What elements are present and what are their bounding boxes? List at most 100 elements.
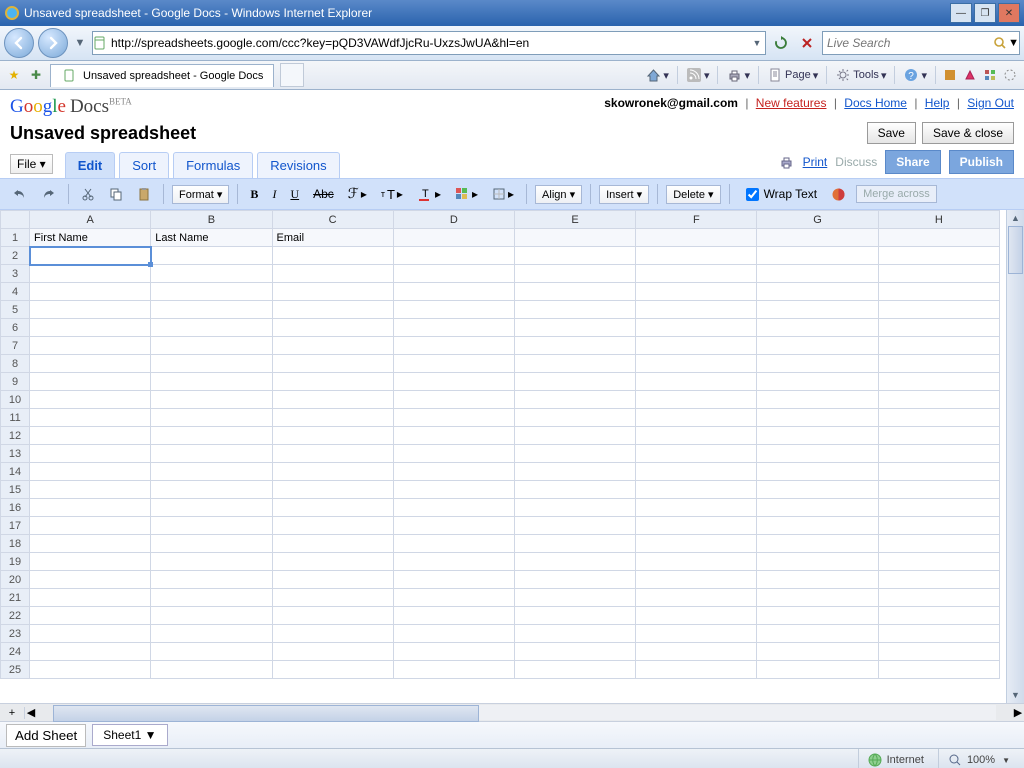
cell[interactable] xyxy=(757,391,878,409)
cell[interactable] xyxy=(636,643,757,661)
cell[interactable] xyxy=(878,391,999,409)
cell[interactable] xyxy=(757,643,878,661)
row-header[interactable]: 7 xyxy=(1,337,30,355)
select-all-corner[interactable] xyxy=(1,211,30,229)
row-header[interactable]: 15 xyxy=(1,481,30,499)
row-header[interactable]: 17 xyxy=(1,517,30,535)
cell[interactable] xyxy=(151,373,272,391)
cell[interactable] xyxy=(272,589,393,607)
cell[interactable] xyxy=(757,373,878,391)
row-header[interactable]: 10 xyxy=(1,391,30,409)
minimize-button[interactable]: — xyxy=(950,3,972,23)
cell[interactable] xyxy=(514,535,635,553)
cell[interactable] xyxy=(514,427,635,445)
tab-sort[interactable]: Sort xyxy=(119,152,169,178)
cell[interactable] xyxy=(757,517,878,535)
share-button[interactable]: Share xyxy=(885,150,940,174)
back-button[interactable] xyxy=(4,28,34,58)
cell[interactable] xyxy=(757,571,878,589)
cell[interactable] xyxy=(272,661,393,679)
cell[interactable] xyxy=(393,301,514,319)
save-button[interactable]: Save xyxy=(867,122,916,144)
file-menu[interactable]: File ▾ xyxy=(10,154,53,174)
cell[interactable]: First Name xyxy=(30,229,151,247)
search-dropdown-icon[interactable]: ▼ xyxy=(1008,37,1019,49)
recent-pages-dropdown[interactable]: ▼ xyxy=(72,31,88,55)
cell[interactable] xyxy=(757,301,878,319)
cell[interactable] xyxy=(514,283,635,301)
cell[interactable] xyxy=(636,661,757,679)
cell[interactable] xyxy=(878,499,999,517)
scroll-left-icon[interactable]: ◀ xyxy=(25,706,37,719)
cell[interactable] xyxy=(514,355,635,373)
cell[interactable] xyxy=(514,265,635,283)
cell[interactable] xyxy=(151,355,272,373)
cell[interactable] xyxy=(757,607,878,625)
redo-button[interactable] xyxy=(37,185,60,203)
cell[interactable] xyxy=(878,409,999,427)
cell[interactable] xyxy=(757,553,878,571)
cell[interactable] xyxy=(272,445,393,463)
cell[interactable] xyxy=(757,265,878,283)
cell[interactable] xyxy=(514,337,635,355)
cell[interactable] xyxy=(757,625,878,643)
cell[interactable] xyxy=(151,643,272,661)
cell[interactable] xyxy=(30,589,151,607)
vertical-scrollbar[interactable]: ▲ ▼ xyxy=(1006,210,1024,703)
cell[interactable] xyxy=(878,553,999,571)
cell[interactable] xyxy=(272,373,393,391)
add-favorites-icon[interactable]: ✚ xyxy=(28,67,44,83)
cell[interactable] xyxy=(272,643,393,661)
cell[interactable] xyxy=(272,247,393,265)
cell[interactable] xyxy=(30,607,151,625)
close-button[interactable]: ✕ xyxy=(998,3,1020,23)
cell[interactable] xyxy=(757,247,878,265)
cell[interactable] xyxy=(30,319,151,337)
row-header[interactable]: 1 xyxy=(1,229,30,247)
row-header[interactable]: 21 xyxy=(1,589,30,607)
cell[interactable] xyxy=(514,481,635,499)
browser-tab[interactable]: Unsaved spreadsheet - Google Docs xyxy=(50,64,274,87)
cell[interactable] xyxy=(636,229,757,247)
cell[interactable] xyxy=(757,499,878,517)
color-swatch-icon[interactable] xyxy=(827,185,850,204)
tab-revisions[interactable]: Revisions xyxy=(257,152,339,178)
tools-menu[interactable]: Tools ▾ xyxy=(833,67,888,83)
cell[interactable] xyxy=(514,247,635,265)
cell[interactable] xyxy=(514,607,635,625)
cell[interactable] xyxy=(30,265,151,283)
wrap-text-checkbox[interactable] xyxy=(746,188,759,201)
col-header[interactable]: D xyxy=(393,211,514,229)
col-header[interactable]: A xyxy=(30,211,151,229)
extension-icon-2[interactable] xyxy=(962,67,978,83)
row-header[interactable]: 9 xyxy=(1,373,30,391)
cell[interactable] xyxy=(393,481,514,499)
cell[interactable] xyxy=(878,589,999,607)
cell[interactable] xyxy=(636,373,757,391)
italic-button[interactable]: I xyxy=(268,185,280,204)
cell[interactable] xyxy=(393,229,514,247)
cell[interactable] xyxy=(393,409,514,427)
text-color-button[interactable]: T▸ xyxy=(413,185,445,204)
strikethrough-button[interactable]: Abc xyxy=(309,185,338,203)
col-header[interactable]: G xyxy=(757,211,878,229)
cell[interactable] xyxy=(151,571,272,589)
tab-formulas[interactable]: Formulas xyxy=(173,152,253,178)
cell[interactable] xyxy=(272,481,393,499)
cell[interactable] xyxy=(272,391,393,409)
extension-icon-4[interactable] xyxy=(1002,67,1018,83)
spreadsheet-grid[interactable]: A B C D E F G H 1 First Name Last Name E… xyxy=(0,210,1006,703)
cell[interactable] xyxy=(636,337,757,355)
cell[interactable] xyxy=(878,535,999,553)
cell[interactable] xyxy=(30,463,151,481)
cell[interactable] xyxy=(757,661,878,679)
extension-icon-1[interactable] xyxy=(942,67,958,83)
cell[interactable] xyxy=(30,553,151,571)
cell[interactable]: Last Name xyxy=(151,229,272,247)
search-input[interactable] xyxy=(823,36,992,50)
cell[interactable] xyxy=(878,319,999,337)
cell[interactable] xyxy=(393,661,514,679)
selected-cell[interactable] xyxy=(30,247,151,265)
cell[interactable] xyxy=(151,391,272,409)
row-header[interactable]: 16 xyxy=(1,499,30,517)
